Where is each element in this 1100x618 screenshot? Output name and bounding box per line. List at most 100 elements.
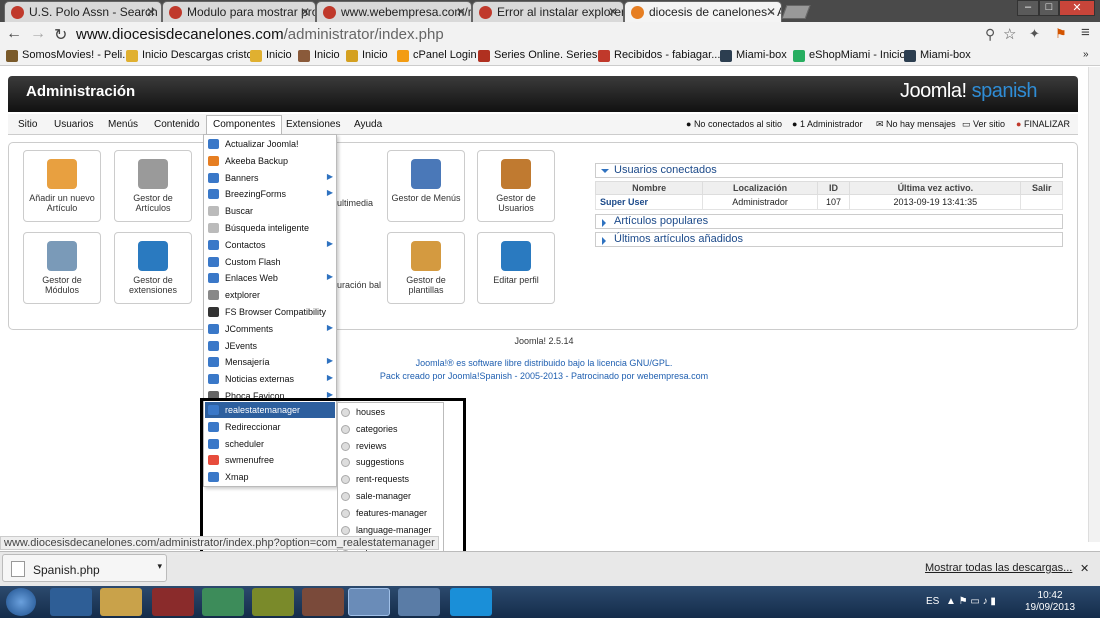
quickicon[interactable]: Gestor de plantillas — [387, 232, 465, 304]
bookmark-item[interactable]: cPanel Login — [397, 49, 477, 62]
components-menu-item[interactable]: Búsqueda inteligente — [205, 220, 335, 236]
app-icon[interactable] — [152, 588, 194, 616]
bookmark-item[interactable]: Inicio Descargas cristo — [126, 49, 253, 62]
minimize-button[interactable]: – — [1017, 0, 1039, 16]
admin-menu-usuarios[interactable]: Usuarios — [54, 119, 93, 130]
quickicon[interactable]: Gestor de Menús — [387, 150, 465, 222]
bookmark-item[interactable]: Series Online. Series... — [478, 49, 607, 62]
dropdown-arrow-icon[interactable]: ▾ — [157, 561, 162, 572]
close-window-button[interactable]: ✕ — [1059, 0, 1095, 16]
clock[interactable]: 10:42 19/09/2013 — [1025, 590, 1075, 614]
tray-icons[interactable]: ▲ ⚑ ▭ ♪ ▮ — [946, 596, 996, 607]
bookmark-item[interactable]: Inicio — [298, 49, 340, 62]
tab-close-icon[interactable]: ✕ — [456, 5, 466, 19]
download-item[interactable]: Spanish.php ▾ — [2, 554, 167, 582]
menu-icon[interactable]: ≡ — [1081, 24, 1090, 41]
quickicon[interactable]: Añadir un nuevo Artículo — [23, 150, 101, 222]
show-all-downloads-link[interactable]: Mostrar todas las descargas... — [925, 562, 1072, 574]
language-indicator[interactable]: ES — [926, 596, 939, 607]
components-menu-item[interactable]: Noticias externas ▶ — [205, 371, 335, 387]
admin-menu-sitio[interactable]: Sitio — [18, 119, 37, 130]
components-menu-item[interactable]: BreezingForms ▶ — [205, 186, 335, 202]
tab-close-icon[interactable]: ✕ — [300, 5, 310, 19]
quickicon[interactable]: Gestor de extensiones — [114, 232, 192, 304]
table-cell: 2013-09-19 13:41:35 — [849, 194, 1022, 210]
bookmark-item[interactable]: Inicio — [250, 49, 292, 62]
maximize-button[interactable]: □ — [1039, 0, 1059, 16]
close-download-bar-icon[interactable]: ✕ — [1080, 562, 1089, 575]
webempresa-link[interactable]: webempresa.com — [637, 371, 708, 381]
components-menu-item[interactable]: extplorer — [205, 287, 335, 303]
bookmarks-overflow-icon[interactable]: » — [1083, 49, 1089, 60]
start-button[interactable] — [6, 588, 36, 616]
components-menu-item[interactable]: Buscar — [205, 203, 335, 219]
address-bar[interactable]: www.diocesisdecanelones.com/administrato… — [76, 26, 444, 43]
browser-tab[interactable]: Error al instalar explorer - ✕ — [472, 1, 624, 22]
view-site-link[interactable]: ▭ Ver sitio — [962, 119, 1005, 130]
bookmark-item[interactable]: Inicio — [346, 49, 388, 62]
bookmark-item[interactable]: eShopMiami - Inicio — [793, 49, 906, 62]
app2-icon[interactable] — [398, 588, 440, 616]
admin-menu-contenido[interactable]: Contenido — [154, 119, 200, 130]
bookmark-favicon-icon — [720, 50, 732, 62]
tab-close-icon[interactable]: ✕ — [608, 5, 618, 19]
browser-tab[interactable]: diocesis de canelones - Ad ✕ — [624, 1, 782, 22]
bookmark-item[interactable]: SomosMovies! - Peli... — [6, 49, 131, 62]
browser-tab[interactable]: U.S. Polo Assn - Search 6p ✕ — [4, 1, 162, 22]
star-icon[interactable]: ☆ — [1003, 25, 1016, 43]
quickicon[interactable]: Gestor de Módulos — [23, 232, 101, 304]
back-icon[interactable]: ← — [6, 25, 22, 43]
tab-close-icon[interactable]: ✕ — [146, 5, 156, 19]
bookmark-item[interactable]: Miami-box — [904, 49, 971, 62]
bookmark-label: Inicio Descargas cristo — [142, 49, 253, 61]
tab-close-icon[interactable]: ✕ — [766, 5, 776, 19]
forward-icon[interactable]: → — [30, 25, 46, 43]
components-menu-item[interactable]: Mensajería ▶ — [205, 354, 335, 370]
page-scrollbar[interactable] — [1088, 67, 1100, 542]
chrome-icon[interactable] — [348, 588, 390, 616]
quickicon-label: Gestor de plantillas — [406, 275, 446, 295]
skype-icon[interactable] — [450, 588, 492, 616]
admin-menu-ayuda[interactable]: Ayuda — [354, 119, 382, 130]
components-menu-item[interactable]: JEvents — [205, 338, 335, 354]
components-menu-item[interactable]: Custom Flash — [205, 254, 335, 270]
components-menu-item[interactable]: Enlaces Web ▶ — [205, 270, 335, 286]
components-menu-item[interactable]: FS Browser Compatibility — [205, 304, 335, 320]
tab-title: Modulo para mostrar prop — [187, 5, 316, 19]
extension-icon[interactable]: ✦ — [1029, 26, 1040, 42]
components-menu-item[interactable]: Banners ▶ — [205, 170, 335, 186]
latest-articles-header[interactable]: Últimos artículos añadidos — [595, 232, 1063, 247]
extension2-icon[interactable]: ⚑ — [1055, 26, 1067, 42]
browser-tab[interactable]: Modulo para mostrar prop ✕ — [162, 1, 316, 22]
components-menu-item[interactable]: JComments ▶ — [205, 321, 335, 337]
bookmark-item[interactable]: Miami-box — [720, 49, 787, 62]
bookmark-item[interactable]: Recibidos - fabiagar... — [598, 49, 720, 62]
new-tab-button[interactable] — [781, 5, 811, 19]
tool-icon[interactable] — [302, 588, 344, 616]
table-cell[interactable]: Super User — [594, 194, 704, 210]
popular-articles-header[interactable]: Artículos populares — [595, 214, 1063, 229]
components-menu-item[interactable]: Akeeba Backup — [205, 153, 335, 169]
media-player-icon[interactable] — [50, 588, 92, 616]
bookmark-favicon-icon — [478, 50, 490, 62]
quickicon[interactable]: Editar perfil — [477, 232, 555, 304]
components-menu-item[interactable]: Actualizar Joomla! — [205, 136, 335, 152]
admin-menu-componentes[interactable]: Componentes — [206, 115, 283, 134]
fireworks-icon[interactable] — [252, 588, 294, 616]
quickicon[interactable]: Gestor de Artículos — [114, 150, 192, 222]
explorer-icon[interactable] — [100, 588, 142, 616]
connected-users-header[interactable]: Usuarios conectados — [595, 163, 1063, 178]
status-messages[interactable]: ✉ No hay mensajes — [876, 119, 956, 130]
footer-version: Joomla! 2.5.14 — [514, 336, 574, 346]
picasa-icon[interactable] — [202, 588, 244, 616]
browser-tab[interactable]: www.webempresa.com/re ✕ — [316, 1, 472, 22]
quickicon-partial-label[interactable]: uración bal — [337, 280, 381, 290]
reload-icon[interactable]: ↻ — [54, 25, 67, 45]
quickicon-partial-label[interactable]: ultimedia — [337, 198, 373, 208]
components-menu-item[interactable]: Contactos ▶ — [205, 237, 335, 253]
search-icon[interactable]: ⚲ — [985, 26, 995, 43]
quickicon[interactable]: Gestor de Usuarios — [477, 150, 555, 222]
admin-menu-menús[interactable]: Menús — [108, 119, 138, 130]
admin-menu-extensiones[interactable]: Extensiones — [286, 119, 340, 130]
logout-link[interactable]: ● FINALIZAR — [1016, 119, 1070, 129]
